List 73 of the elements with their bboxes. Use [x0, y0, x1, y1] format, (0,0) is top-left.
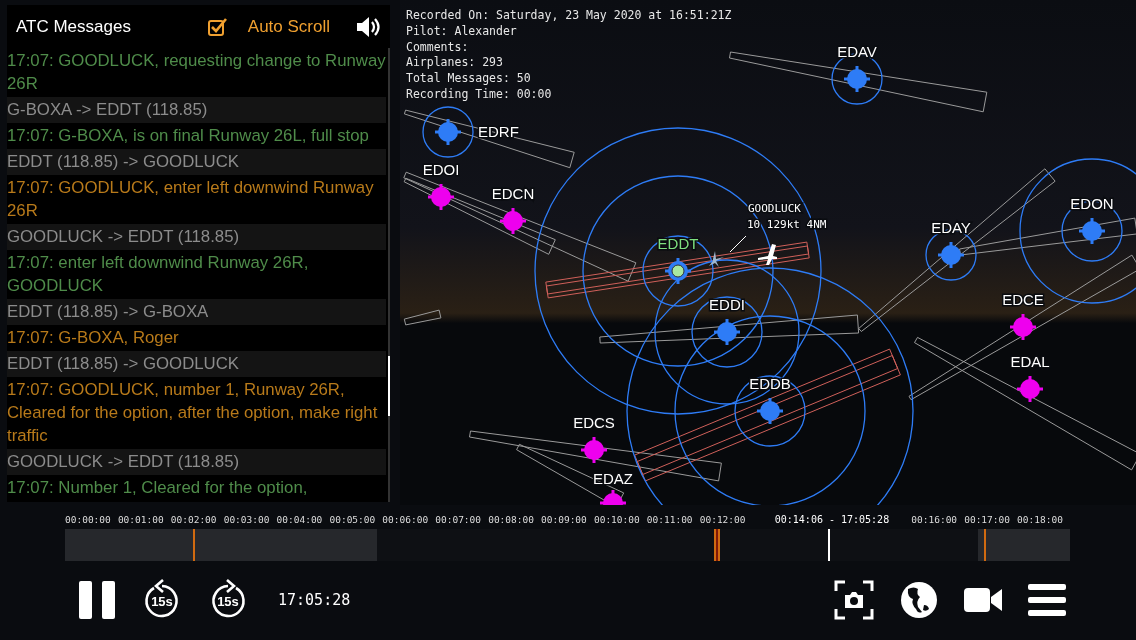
recording-info-line: Recorded On: Saturday, 23 May 2020 at 16:51:21Z — [406, 8, 732, 24]
message-route: GOODLUCK -> EDDT (118.85) — [7, 449, 386, 475]
timeline-tick-label: 00:00:00 — [65, 513, 112, 526]
airport-label: EDOI — [422, 161, 460, 178]
airport-marker[interactable] — [435, 119, 461, 145]
timeline-tick-label: 00:02:00 — [170, 513, 218, 526]
airport-marker[interactable] — [1017, 376, 1043, 402]
event-marker — [983, 529, 986, 561]
message-route: EDDT (118.85) -> G-BOXA — [7, 299, 386, 325]
timeline-tick-label: 00:10:00 — [593, 513, 641, 526]
message-route: EDDT (118.85) -> GOODLUCK — [7, 149, 386, 175]
airport-label: EDDI — [709, 296, 745, 313]
aircraft-icon — [709, 251, 724, 267]
timeline-tick-label: 00:04:00 — [276, 513, 324, 526]
airport-label: EDCS — [573, 414, 615, 431]
video-camera-icon[interactable] — [964, 585, 1002, 614]
message-route: EDDT (118.85) -> GOODLUCK — [7, 351, 386, 377]
airport-label: EDAZ — [593, 470, 633, 487]
timeline-tick-label: 00:17:00 — [964, 513, 1011, 526]
message-route: G-BOXA -> EDDT (118.85) — [7, 97, 386, 123]
screenshot-button[interactable] — [834, 579, 874, 620]
current-time: 17:05:28 — [278, 590, 352, 609]
timeline-tick-label: 00:11:00 — [646, 513, 694, 526]
globe-icon[interactable] — [900, 580, 938, 619]
recording-info-line: Comments: — [406, 39, 470, 56]
timeline-track[interactable] — [65, 529, 1070, 561]
airport-marker[interactable] — [428, 184, 454, 210]
recording-info-line: Pilot: Alexander — [406, 23, 518, 40]
timeline-tick-label: 00:08:00 — [488, 513, 535, 526]
airport-marker[interactable] — [500, 208, 526, 234]
playhead-time-label: 00:14:06 - 17:05:28 — [772, 513, 892, 526]
airport-label: EDCN — [491, 185, 535, 202]
auto-scroll-label[interactable]: Auto Scroll — [247, 16, 330, 37]
airport-label: EDAY — [931, 219, 971, 236]
playhead[interactable] — [827, 529, 830, 561]
timeline-tick-label: 00:09:00 — [541, 513, 588, 526]
airport-marker[interactable] — [665, 258, 691, 284]
timeline-tick-label: 00:12:00 — [699, 513, 747, 526]
timeline-tick-label: 00:06:00 — [382, 513, 430, 526]
timeline-tick-label: 00:05:00 — [329, 513, 377, 526]
airport-marker[interactable] — [600, 490, 626, 505]
event-marker — [714, 529, 721, 561]
timeline-tick-label: 00:16:00 — [911, 513, 959, 526]
airport-marker[interactable] — [844, 66, 870, 92]
checkbox-checked-icon[interactable] — [207, 17, 228, 36]
message-route: GOODLUCK -> EDDT (118.85) — [7, 224, 386, 250]
timeline-tick-label: 00:01:00 — [117, 513, 165, 526]
event-marker — [192, 529, 195, 561]
rewind-button[interactable]: 15s — [142, 578, 182, 621]
menu-icon[interactable] — [1028, 583, 1066, 616]
airport-label: EDAV — [837, 43, 877, 60]
aircraft-icon[interactable] — [758, 244, 777, 265]
airport-label: EDDT — [657, 235, 699, 252]
panel-title: ATC Messages — [16, 16, 132, 37]
airport-label: EDCE — [1002, 291, 1044, 308]
recording-info-line: Recording Time: 00:00 — [406, 87, 553, 103]
recording-info-line: Airplanes: 293 — [406, 55, 504, 72]
airport-marker[interactable] — [757, 398, 783, 424]
airport-marker[interactable] — [938, 242, 964, 268]
timeline-tick-label: 00:03:00 — [223, 513, 271, 526]
timeline-tick-label: 00:18:00 — [1017, 513, 1064, 526]
airport-label: EDRF — [478, 123, 519, 140]
airport-marker[interactable] — [581, 437, 607, 463]
speaker-icon[interactable] — [356, 15, 382, 38]
airport-marker[interactable] — [714, 319, 740, 345]
timeline-tick-label: 00:07:00 — [435, 513, 482, 526]
recording-info-line: Total Messages: 50 — [406, 71, 532, 87]
airport-marker[interactable] — [1010, 314, 1036, 340]
leader-line — [729, 235, 747, 253]
airport-label: EDAL — [1010, 353, 1050, 370]
airport-marker[interactable] — [1079, 218, 1105, 244]
pause-button[interactable] — [78, 580, 116, 619]
forward-button[interactable]: 15s — [208, 578, 248, 621]
